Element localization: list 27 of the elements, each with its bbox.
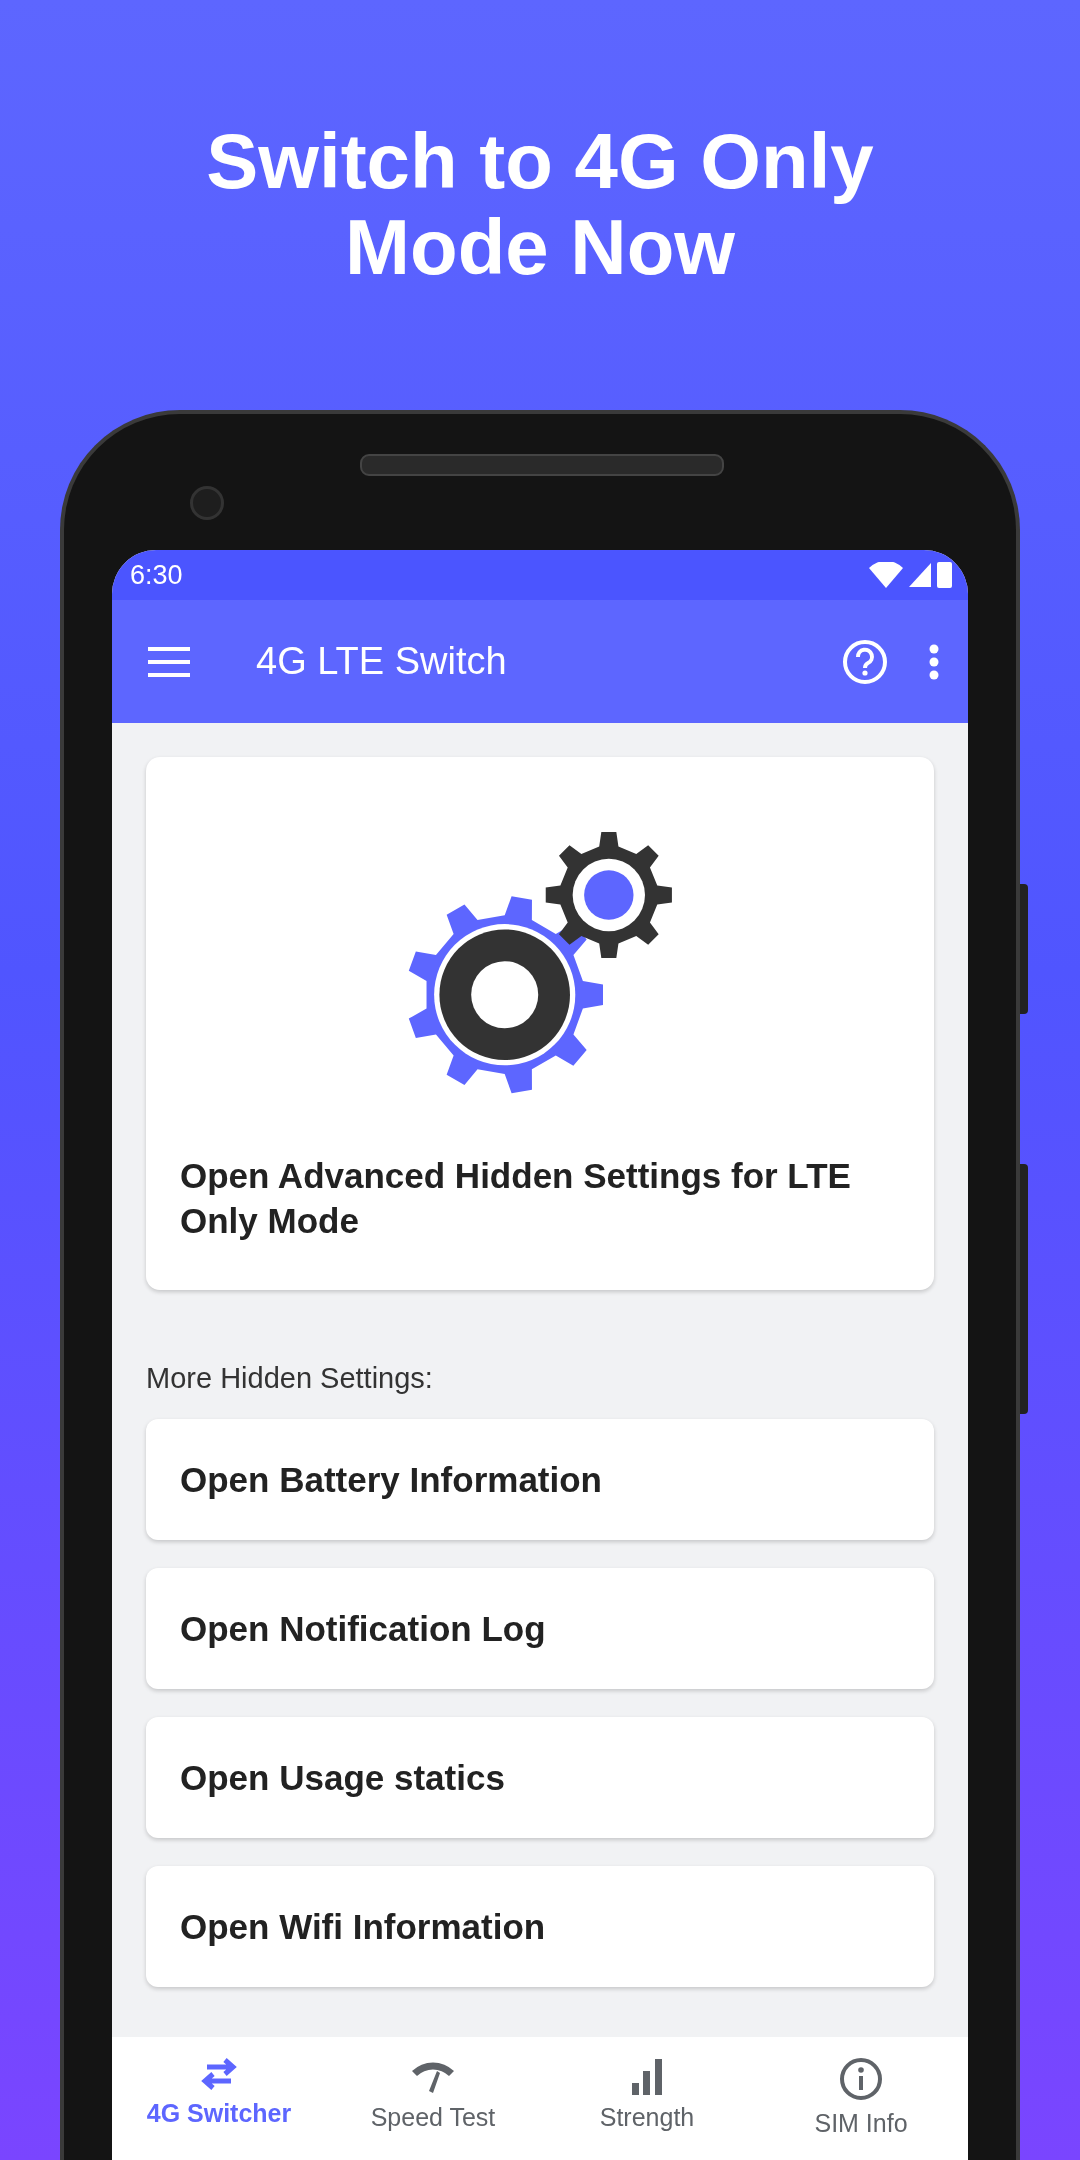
settings-link-card[interactable]: Open Usage statics — [146, 1717, 934, 1838]
card-title: Open Advanced Hidden Settings for LTE Only Mode — [180, 1155, 852, 1242]
settings-link-card[interactable]: Open Notification Log — [146, 1568, 934, 1689]
info-icon — [839, 2057, 883, 2101]
more-button[interactable] — [928, 643, 940, 680]
settings-link-card[interactable]: Open Wifi Information — [146, 1866, 934, 1987]
nav-tab[interactable]: Speed Test — [326, 2037, 540, 2160]
help-icon — [842, 638, 888, 685]
swap-arrows-icon — [199, 2057, 239, 2091]
advanced-settings-card[interactable]: Open Advanced Hidden Settings for LTE Only Mode — [146, 757, 934, 1290]
camera-lens — [190, 486, 224, 520]
menu-button[interactable] — [148, 646, 190, 677]
nav-tab[interactable]: SIM Info — [754, 2037, 968, 2160]
app-title: 4G LTE Switch — [256, 640, 508, 683]
status-time: 6:30 — [130, 559, 183, 591]
nav-tab[interactable]: 4G Switcher — [112, 2037, 326, 2160]
section-label: More Hidden Settings: — [146, 1362, 434, 1395]
nav-tab[interactable]: Strength — [540, 2037, 754, 2160]
signal-bars-icon — [630, 2057, 664, 2095]
more-icon — [928, 643, 940, 680]
help-button[interactable] — [842, 638, 888, 685]
settings-link-card[interactable]: Open Battery Information — [146, 1419, 934, 1540]
wifi-icon — [869, 562, 903, 588]
cell-signal-icon — [909, 563, 931, 587]
battery-icon — [937, 562, 952, 588]
menu-icon — [148, 646, 190, 677]
headline: Switch to 4G Only Mode Now — [205, 118, 875, 293]
